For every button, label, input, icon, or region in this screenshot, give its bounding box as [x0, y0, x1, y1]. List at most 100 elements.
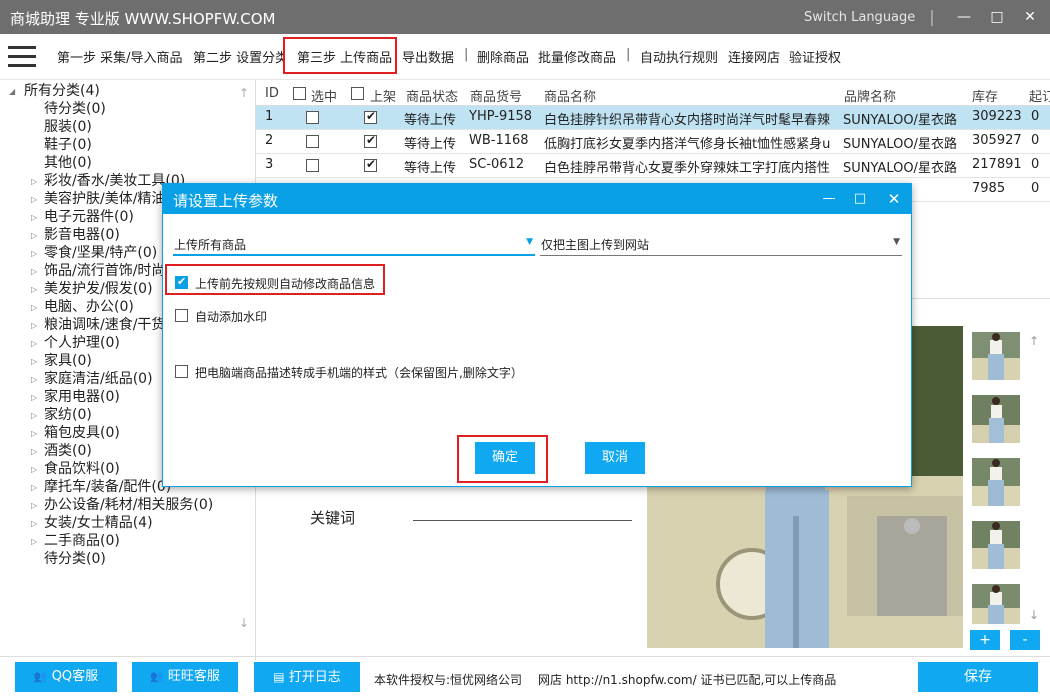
tree-scroll-down-icon[interactable]: ↓ — [239, 616, 249, 630]
tree-expand-icon[interactable]: ▷ — [31, 411, 37, 420]
col-extra[interactable]: 起订 — [1029, 86, 1050, 105]
maximize-button[interactable]: □ — [984, 4, 1010, 30]
dialog-maximize-button[interactable]: □ — [849, 189, 871, 209]
upload-scope-select[interactable]: 上传所有商品 ▼ — [173, 232, 535, 256]
thumbnail-image[interactable] — [972, 332, 1020, 380]
tree-collapse-icon[interactable]: ◢ — [9, 87, 15, 96]
tree-root[interactable]: 所有分类(4) — [24, 82, 100, 100]
tree-expand-icon[interactable]: ▷ — [31, 357, 37, 366]
tree-item[interactable]: 摩托车/装备/配件(0) — [44, 478, 171, 496]
thumb-scroll-up-icon[interactable]: ↑ — [1029, 334, 1039, 348]
tree-item[interactable]: 零食/坚果/特产(0) — [44, 244, 157, 262]
dialog-close-button[interactable]: ✕ — [883, 189, 905, 209]
tree-expand-icon[interactable]: ▷ — [31, 465, 37, 474]
col-brand[interactable]: 品牌名称 — [844, 86, 896, 105]
col-name[interactable]: 商品名称 — [544, 86, 596, 105]
menu-step2[interactable]: 第二步 设置分类 — [193, 47, 285, 66]
close-button[interactable]: ✕ — [1017, 4, 1043, 30]
image-upload-mode-select[interactable]: 仅把主图上传到网站 ▼ — [540, 232, 902, 256]
remove-image-button[interactable]: - — [1010, 630, 1040, 650]
mobile-description-checkbox[interactable] — [175, 365, 188, 378]
row-select-checkbox[interactable] — [306, 135, 319, 148]
row-select-checkbox[interactable] — [306, 159, 319, 172]
col-status[interactable]: 商品状态 — [406, 86, 458, 105]
tree-item[interactable]: 家用电器(0) — [44, 388, 120, 406]
tree-item[interactable]: 鞋子(0) — [44, 136, 92, 154]
tree-expand-icon[interactable]: ▷ — [31, 501, 37, 510]
tree-item[interactable]: 箱包皮具(0) — [44, 424, 120, 442]
tree-expand-icon[interactable]: ▷ — [31, 519, 37, 528]
row-listed-checkbox[interactable] — [364, 157, 377, 172]
table-row[interactable]: 2 等待上传 WB-1168 低胸打底衫女夏季内搭洋气修身长袖t恤性感紧身u S… — [256, 130, 1050, 154]
tree-item[interactable]: 女装/女士精品(4) — [44, 514, 153, 532]
add-image-button[interactable]: + — [970, 630, 1000, 650]
tree-item[interactable]: 家庭清洁/纸品(0) — [44, 370, 153, 388]
menu-export[interactable]: 导出数据 — [402, 47, 454, 66]
row-listed-checkbox[interactable] — [364, 109, 377, 124]
tree-expand-icon[interactable]: ▷ — [31, 447, 37, 456]
tree-item[interactable]: 其他(0) — [44, 154, 92, 172]
thumbnail-image[interactable] — [972, 458, 1020, 506]
tree-item[interactable]: 家纺(0) — [44, 406, 92, 424]
col-selected[interactable]: 选中 — [311, 86, 337, 105]
tree-expand-icon[interactable]: ▷ — [31, 195, 37, 204]
keyword-input[interactable] — [413, 520, 632, 521]
tree-expand-icon[interactable]: ▷ — [31, 249, 37, 258]
tree-expand-icon[interactable]: ▷ — [31, 177, 37, 186]
tree-expand-icon[interactable]: ▷ — [31, 303, 37, 312]
qq-support-button[interactable]: 👥 QQ客服 — [15, 662, 117, 692]
tree-expand-icon[interactable]: ▷ — [31, 375, 37, 384]
tree-item[interactable]: 粮油调味/速食/干货 — [44, 316, 165, 334]
tree-expand-icon[interactable]: ▷ — [31, 213, 37, 222]
col-stock[interactable]: 库存 — [972, 86, 998, 105]
tree-item[interactable]: 电子元器件(0) — [44, 208, 134, 226]
tree-expand-icon[interactable]: ▷ — [31, 429, 37, 438]
menu-delete[interactable]: 删除商品 — [477, 47, 529, 66]
tree-item[interactable]: 二手商品(0) — [44, 532, 120, 550]
col-listed[interactable]: 上架 — [370, 86, 396, 105]
thumbnail-image[interactable] — [972, 395, 1020, 443]
minimize-button[interactable]: — — [951, 4, 977, 30]
menu-connect-shop[interactable]: 连接网店 — [728, 47, 780, 66]
tree-expand-icon[interactable]: ▷ — [31, 321, 37, 330]
tree-item[interactable]: 食品饮料(0) — [44, 460, 120, 478]
tree-item[interactable]: 饰品/流行首饰/时尚 — [44, 262, 165, 280]
menu-verify-license[interactable]: 验证授权 — [789, 47, 841, 66]
save-button[interactable]: 保存 — [918, 662, 1038, 692]
table-row[interactable]: 1 等待上传 YHP-9158 白色挂脖针织吊带背心女内搭时尚洋气时髦早春辣 S… — [256, 106, 1050, 130]
tree-expand-icon[interactable]: ▷ — [31, 231, 37, 240]
tree-expand-icon[interactable]: ▷ — [31, 393, 37, 402]
hamburger-menu-icon[interactable] — [6, 40, 38, 74]
col-code[interactable]: 商品货号 — [470, 86, 522, 105]
thumbnail-image[interactable] — [972, 584, 1020, 624]
thumb-scroll-down-icon[interactable]: ↓ — [1029, 608, 1039, 622]
table-row[interactable]: 3 等待上传 SC-0612 白色挂脖吊带背心女夏季外穿辣妹工字打底内搭性 SU… — [256, 154, 1050, 178]
tree-expand-icon[interactable]: ▷ — [31, 537, 37, 546]
tree-item[interactable]: 影音电器(0) — [44, 226, 120, 244]
watermark-checkbox[interactable] — [175, 309, 188, 322]
tree-expand-icon[interactable]: ▷ — [31, 339, 37, 348]
col-id[interactable]: ID — [265, 86, 279, 101]
tree-expand-icon[interactable]: ▷ — [31, 267, 37, 276]
tree-item[interactable]: 美容护肤/美体/精油 — [44, 190, 165, 208]
tree-item[interactable]: 待分类(0) — [44, 550, 106, 568]
menu-step1[interactable]: 第一步 采集/导入商品 — [57, 47, 183, 66]
list-all-checkbox[interactable] — [351, 87, 364, 100]
tree-item[interactable]: 电脑、办公(0) — [44, 298, 134, 316]
tree-expand-icon[interactable]: ▷ — [31, 285, 37, 294]
tree-item[interactable]: 家具(0) — [44, 352, 92, 370]
switch-language-link[interactable]: Switch Language — [804, 10, 915, 25]
tree-expand-icon[interactable]: ▷ — [31, 483, 37, 492]
tree-scroll-up-icon[interactable]: ↑ — [239, 86, 249, 100]
tree-item[interactable]: 个人护理(0) — [44, 334, 120, 352]
row-listed-checkbox[interactable] — [364, 133, 377, 148]
select-all-checkbox[interactable] — [293, 87, 306, 100]
wangwang-support-button[interactable]: 👥 旺旺客服 — [132, 662, 238, 692]
menu-batch-edit[interactable]: 批量修改商品 — [538, 47, 616, 66]
thumbnail-image[interactable] — [972, 521, 1020, 569]
tree-item[interactable]: 办公设备/耗材/相关服务(0) — [44, 496, 213, 514]
tree-item[interactable]: 酒类(0) — [44, 442, 92, 460]
tree-item[interactable]: 待分类(0) — [44, 100, 106, 118]
row-select-checkbox[interactable] — [306, 111, 319, 124]
tree-item[interactable]: 服装(0) — [44, 118, 92, 136]
